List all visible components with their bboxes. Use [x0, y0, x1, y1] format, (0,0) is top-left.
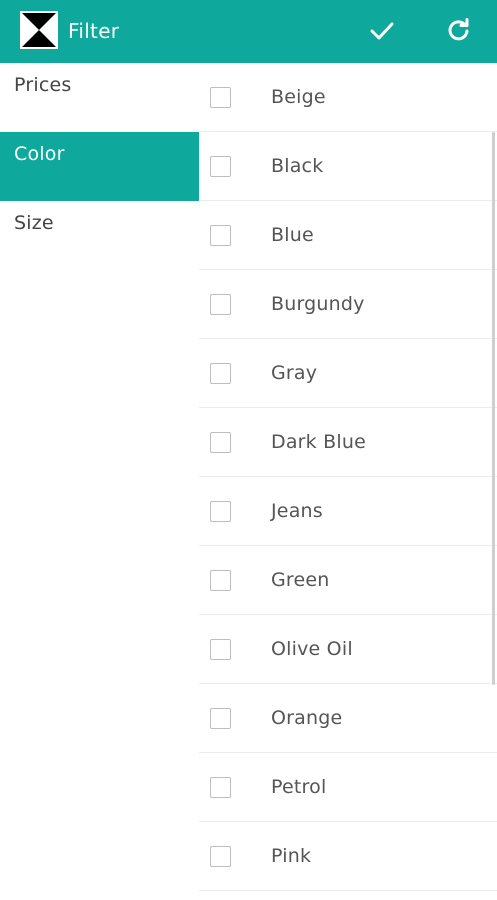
- option-label: Pink: [271, 845, 312, 867]
- filter-category-sidebar: Prices Color Size: [0, 63, 199, 900]
- list-item[interactable]: Black: [199, 132, 497, 201]
- checkbox[interactable]: [210, 156, 231, 177]
- apply-button[interactable]: [365, 13, 399, 47]
- close-icon: [22, 13, 56, 47]
- filter-screen: Filter Prices Color Size Beige Black Blu…: [0, 0, 497, 900]
- checkbox[interactable]: [210, 570, 231, 591]
- checkbox[interactable]: [210, 363, 231, 384]
- list-item[interactable]: Olive Oil: [199, 615, 497, 684]
- checkbox[interactable]: [210, 777, 231, 798]
- list-item[interactable]: Jeans: [199, 477, 497, 546]
- checkmark-icon: [370, 22, 394, 40]
- sidebar-item-color[interactable]: Color: [0, 132, 199, 201]
- option-label: Beige: [271, 86, 326, 108]
- refresh-icon: [448, 18, 469, 41]
- option-label: Olive Oil: [271, 638, 353, 660]
- list-item[interactable]: Pink: [199, 822, 497, 891]
- sidebar-item-label: Prices: [14, 74, 72, 96]
- list-item[interactable]: Orange: [199, 684, 497, 753]
- option-label: Dark Blue: [271, 431, 366, 453]
- sidebar-item-prices[interactable]: Prices: [0, 63, 199, 132]
- checkbox[interactable]: [210, 294, 231, 315]
- list-item[interactable]: Dark Blue: [199, 408, 497, 477]
- page-title: Filter: [68, 19, 120, 43]
- checkbox[interactable]: [210, 225, 231, 246]
- header-bar: Filter: [0, 0, 497, 63]
- list-item[interactable]: Petrol: [199, 753, 497, 822]
- scrollbar[interactable]: [492, 132, 495, 685]
- checkbox[interactable]: [210, 87, 231, 108]
- option-label: Orange: [271, 707, 343, 729]
- list-item[interactable]: Blue: [199, 201, 497, 270]
- list-item[interactable]: Green: [199, 546, 497, 615]
- refresh-button[interactable]: [441, 13, 475, 47]
- option-label: Green: [271, 569, 330, 591]
- color-options-list: Beige Black Blue Burgundy Gray Dark Blue…: [199, 63, 497, 900]
- sidebar-item-label: Color: [14, 143, 65, 165]
- option-label: Jeans: [271, 500, 323, 522]
- sidebar-item-label: Size: [14, 212, 54, 234]
- checkbox[interactable]: [210, 501, 231, 522]
- list-item[interactable]: Beige: [199, 63, 497, 132]
- checkbox[interactable]: [210, 639, 231, 660]
- option-label: Blue: [271, 224, 314, 246]
- checkbox[interactable]: [210, 432, 231, 453]
- list-item[interactable]: Burgundy: [199, 270, 497, 339]
- checkbox[interactable]: [210, 708, 231, 729]
- option-label: Gray: [271, 362, 318, 384]
- close-button[interactable]: [20, 11, 58, 49]
- sidebar-item-size[interactable]: Size: [0, 201, 199, 270]
- option-label: Black: [271, 155, 324, 177]
- option-label: Burgundy: [271, 293, 365, 315]
- checkbox[interactable]: [210, 846, 231, 867]
- list-item[interactable]: Gray: [199, 339, 497, 408]
- option-label: Petrol: [271, 776, 327, 798]
